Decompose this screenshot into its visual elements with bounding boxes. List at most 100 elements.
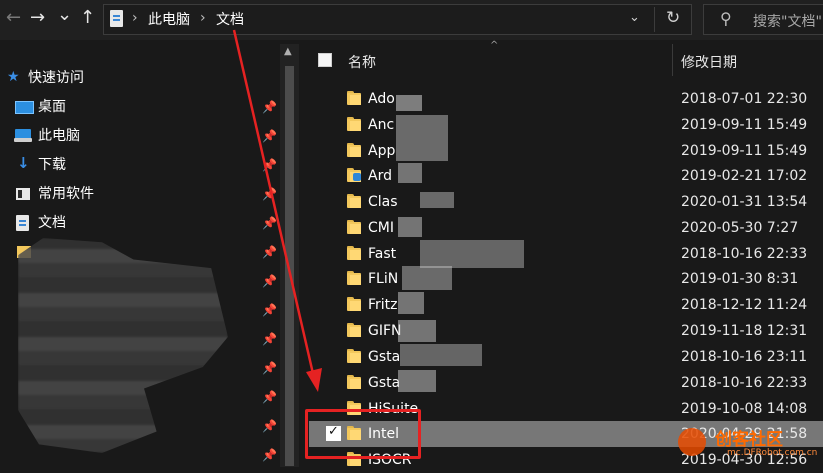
pin-icon[interactable]: 📌 [262, 361, 277, 375]
file-row[interactable]: FLiN 2019-01-30 8:31 [309, 266, 823, 292]
file-name: CMI [368, 220, 394, 236]
sidebar-item-label: 快速访问 [28, 70, 84, 86]
file-row[interactable]: Anc 2019-09-11 15:49 [309, 112, 823, 138]
file-name: Ard [368, 168, 392, 184]
file-row[interactable]: Gsta 2018-10-16 22:33 [309, 370, 823, 396]
file-row[interactable]: Gsta 2018-10-16 23:11 [309, 344, 823, 370]
column-header-date-modified[interactable]: 修改日期 [681, 52, 737, 72]
search-box[interactable]: ⚲ 搜索"文档" [703, 4, 823, 35]
pin-icon[interactable]: 📌 [262, 187, 277, 201]
refresh-icon[interactable]: ↻ [666, 8, 680, 28]
file-date: 2018-07-01 22:30 [681, 91, 808, 107]
download-icon: ↓ [17, 154, 30, 172]
pin-icon[interactable]: 📌 [262, 245, 277, 259]
pin-icon[interactable]: 📌 [262, 129, 277, 143]
breadcrumb-separator-icon: › [132, 10, 138, 26]
watermark-title: 创客社区 [715, 430, 783, 450]
forward-button[interactable]: → [30, 8, 45, 28]
sidebar-item-downloads[interactable]: ↓ 下载 [0, 153, 260, 179]
file-date: 2020-01-31 13:54 [681, 194, 808, 210]
file-row[interactable]: Ard 2019-02-21 17:02 [309, 163, 823, 189]
file-date: 2019-01-30 8:31 [681, 271, 799, 287]
file-date: 2018-10-16 22:33 [681, 246, 808, 262]
watermark-logo [678, 428, 706, 456]
file-row[interactable]: CMI 2020-05-30 7:27 [309, 215, 823, 241]
folder-icon [347, 323, 361, 337]
back-button[interactable]: ← [6, 8, 21, 28]
file-date: 2020-05-30 7:27 [681, 220, 799, 236]
sidebar-item-label: 此电脑 [38, 128, 80, 144]
file-name: FLiN [368, 271, 399, 287]
computer-icon [14, 129, 32, 142]
file-date: 2019-02-21 17:02 [681, 168, 808, 184]
pin-icon[interactable]: 📌 [262, 448, 277, 462]
watermark-url: mc.DFRobot.com.cn [727, 448, 818, 458]
folder-icon [16, 188, 30, 200]
pin-icon[interactable]: 📌 [262, 390, 277, 404]
file-date: 2019-11-18 12:31 [681, 323, 808, 339]
folder-icon [347, 375, 361, 389]
sidebar-scrollbar-thumb[interactable] [285, 66, 294, 466]
desktop-icon [15, 101, 34, 114]
select-all-checkbox[interactable] [318, 53, 332, 67]
file-row[interactable]: GIFN 2019-11-18 12:31 [309, 318, 823, 344]
pin-icon[interactable]: 📌 [262, 158, 277, 172]
sidebar-item-software[interactable]: 常用软件 [0, 182, 260, 208]
document-icon [16, 215, 29, 231]
breadcrumb-this-pc[interactable]: 此电脑 [148, 11, 190, 29]
address-divider [654, 7, 655, 32]
folder-icon [347, 143, 361, 157]
sidebar-item-quick-access[interactable]: ★ 快速访问 [0, 66, 260, 92]
pin-icon[interactable]: 📌 [262, 100, 277, 114]
recent-locations-button[interactable]: ⌄ [57, 5, 72, 25]
title-toolbar: ← → ⌄ ↑ › 此电脑 › 文档 ⌄ ↻ ⚲ 搜索"文档" [0, 0, 823, 40]
file-name: Fritz [368, 297, 398, 313]
file-date: 2019-10-08 14:08 [681, 401, 808, 417]
sidebar-item-label: 桌面 [38, 99, 66, 115]
scroll-up-icon[interactable]: ▲ [284, 46, 292, 57]
sidebar-item-label: 下载 [38, 157, 66, 173]
file-name: App [368, 143, 396, 159]
pin-icon[interactable]: 📌 [262, 274, 277, 288]
address-bar[interactable]: › 此电脑 › 文档 ⌄ ↻ [103, 4, 692, 35]
pin-icon[interactable]: 📌 [262, 332, 277, 346]
pin-icon[interactable]: 📌 [262, 216, 277, 230]
column-divider[interactable] [672, 44, 673, 76]
file-date: 2018-10-16 22:33 [681, 375, 808, 391]
star-icon: ★ [7, 69, 20, 85]
search-placeholder: 搜索"文档" [753, 14, 822, 30]
folder-icon [347, 194, 361, 208]
file-name: Ado [368, 91, 395, 107]
annotation-highlight-box [305, 409, 421, 459]
breadcrumb-documents[interactable]: 文档 [216, 11, 244, 29]
file-row[interactable]: Ado 2018-07-01 22:30 [309, 86, 823, 112]
sidebar-item-desktop[interactable]: 桌面 [0, 95, 260, 121]
file-name: GIFN [368, 323, 402, 339]
up-button[interactable]: ↑ [80, 8, 95, 28]
breadcrumb-separator-icon: › [200, 10, 206, 26]
folder-icon [347, 91, 361, 105]
column-header-name[interactable]: 名称 [348, 52, 376, 72]
file-row[interactable]: App 2019-09-11 15:49 [309, 138, 823, 164]
pin-icon[interactable]: 📌 [262, 303, 277, 317]
folder-icon [347, 246, 361, 260]
folder-icon [347, 349, 361, 363]
document-location-icon [110, 10, 123, 27]
file-row[interactable]: Fritz 2018-12-12 11:24 [309, 292, 823, 318]
sidebar-item-this-pc[interactable]: 此电脑 [0, 124, 260, 150]
sidebar-item-documents[interactable]: 文档 [0, 211, 260, 237]
sort-ascending-icon: ^ [490, 40, 499, 51]
file-date: 2018-10-16 23:11 [681, 349, 808, 365]
address-dropdown-icon[interactable]: ⌄ [629, 10, 640, 25]
file-date: 2019-09-11 15:49 [681, 143, 808, 159]
folder-icon [347, 271, 361, 285]
sidebar-item-label: 文档 [38, 215, 66, 231]
file-name: Gsta [368, 349, 401, 365]
pin-icon[interactable]: 📌 [262, 419, 277, 433]
special-folder-icon [347, 168, 361, 182]
file-row[interactable]: Fast 2018-10-16 22:33 [309, 241, 823, 267]
file-name: Anc [368, 117, 395, 133]
file-row[interactable]: Clas 2020-01-31 13:54 [309, 189, 823, 215]
sidebar-item-label: 常用软件 [38, 186, 94, 202]
folder-icon [347, 297, 361, 311]
